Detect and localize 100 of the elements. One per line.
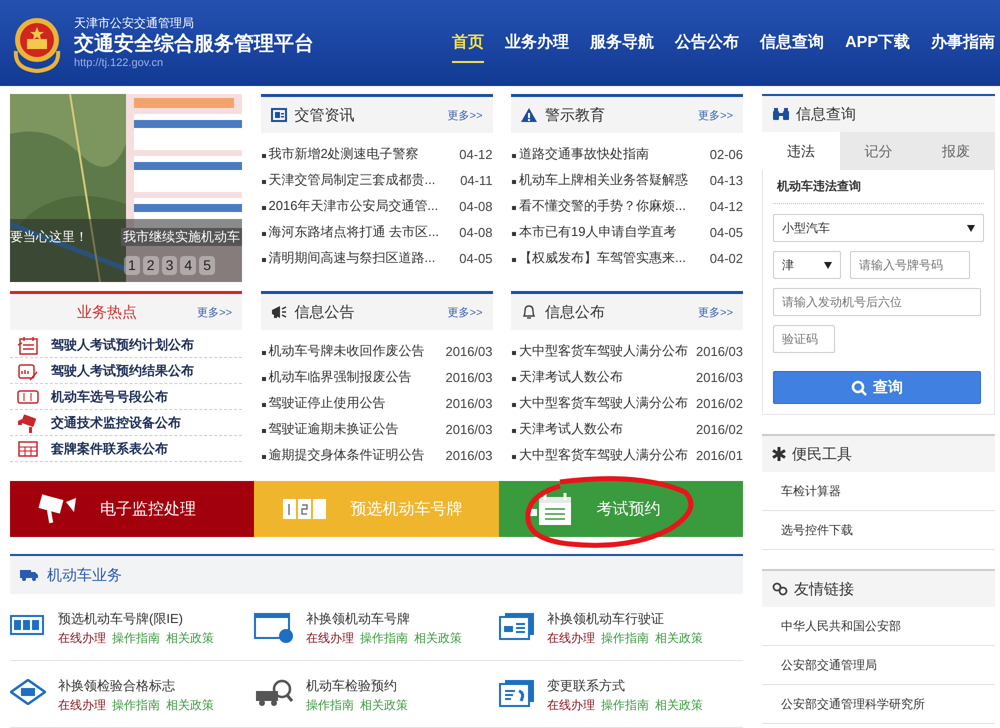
news-link[interactable]: 机动车号牌未收回作废公告 bbox=[260, 342, 424, 360]
hot-link[interactable]: 交通技术监控设备公布 bbox=[51, 414, 181, 432]
news-date: 2016/03 bbox=[446, 396, 492, 410]
side-link[interactable]: 公安部交通管理科学研究所 bbox=[762, 685, 995, 724]
side-link[interactable]: 车检计算器 bbox=[762, 472, 995, 511]
hot-link[interactable]: 驾驶人考试预约计划公布 bbox=[51, 336, 194, 354]
news-link[interactable]: 逾期提交身体条件证明公告 bbox=[260, 446, 424, 464]
news-link[interactable]: 我市新增2处测速电子警察 bbox=[260, 145, 419, 163]
side-link[interactable]: 中华人民共和国公安部 bbox=[762, 607, 995, 646]
nav-link[interactable]: APP下载 bbox=[845, 24, 910, 62]
service-action-link[interactable]: 在线办理 bbox=[547, 697, 595, 714]
news-link[interactable]: 天津交管局制定三套成都贵... bbox=[260, 171, 436, 189]
news-date: 2016/03 bbox=[696, 344, 743, 358]
service-action-link[interactable]: 在线办理 bbox=[547, 630, 595, 647]
megaphone-icon bbox=[270, 305, 286, 319]
news-link[interactable]: 【权威发布】车驾管实惠来... bbox=[511, 249, 686, 267]
service-action-link[interactable]: 在线办理 bbox=[58, 630, 106, 647]
news-link[interactable]: 本市已有19人申请自学直考 bbox=[511, 223, 676, 241]
more-link[interactable]: 更多>> bbox=[698, 108, 733, 122]
nav-link[interactable]: 首页 bbox=[452, 24, 484, 62]
service-action-link[interactable]: 在线办理 bbox=[306, 630, 354, 647]
calendar-icon bbox=[17, 334, 39, 354]
hot-link[interactable]: 套牌案件联系表公布 bbox=[51, 440, 168, 458]
banner-button[interactable]: 考试预约 bbox=[498, 481, 743, 537]
banner-button[interactable]: 电子监控处理 bbox=[10, 481, 254, 537]
more-link[interactable]: 更多>> bbox=[698, 304, 733, 320]
nav-link[interactable]: 办事指南 bbox=[931, 24, 995, 62]
side-link[interactable]: 选号控件下载 bbox=[762, 511, 995, 550]
caret-icon bbox=[824, 262, 832, 268]
service-link[interactable]: 补换领机动车号牌 bbox=[306, 610, 462, 628]
query-tab[interactable]: 违法 bbox=[762, 132, 840, 170]
query-tab[interactable]: 记分 bbox=[840, 132, 918, 170]
nav-link[interactable]: 服务导航 bbox=[590, 24, 654, 62]
service-action-link[interactable]: 操作指南 bbox=[112, 630, 160, 647]
news-link[interactable]: 清明期间高速与祭扫区道路... bbox=[260, 249, 436, 267]
plate-number-field[interactable]: 请输入号牌号码 bbox=[850, 251, 970, 279]
news-link[interactable]: 机动车临界强制报废公告 bbox=[260, 368, 412, 386]
page-number[interactable]: 3 bbox=[162, 256, 178, 275]
page-number[interactable]: 1 bbox=[124, 256, 140, 275]
service-action-link[interactable]: 相关政策 bbox=[360, 697, 408, 714]
news-link[interactable]: 大中型客货车驾驶人满分公布 bbox=[511, 394, 688, 412]
side-link[interactable]: 公安部交通管理局 bbox=[762, 646, 995, 685]
license-card-icon bbox=[499, 612, 535, 640]
nav-link[interactable]: 业务办理 bbox=[505, 24, 570, 62]
service-action-link[interactable]: 相关政策 bbox=[655, 697, 703, 714]
service-link[interactable]: 补换领机动车行驶证 bbox=[547, 610, 703, 628]
more-link[interactable]: 更多>> bbox=[448, 108, 482, 122]
query-tab[interactable]: 报废 bbox=[917, 132, 996, 170]
news-date: 2016/03 bbox=[446, 422, 492, 436]
news-link[interactable]: 看不懂交警的手势？你麻烦... bbox=[511, 197, 686, 215]
service-action-link[interactable]: 操作指南 bbox=[360, 630, 408, 647]
more-link[interactable]: 更多>> bbox=[197, 304, 232, 320]
vehicle-type-select[interactable]: 小型汽车 bbox=[773, 214, 984, 242]
page-number[interactable]: 5 bbox=[199, 256, 215, 275]
news-link[interactable]: 天津考试人数公布 bbox=[511, 420, 623, 438]
hot-link[interactable]: 机动车选号号段公布 bbox=[51, 388, 168, 406]
province-select[interactable]: 津 bbox=[773, 251, 841, 279]
diamond-badge-icon bbox=[10, 679, 46, 705]
news-link[interactable]: 大中型客货车驾驶人满分公布 bbox=[511, 446, 688, 464]
page-number[interactable]: 2 bbox=[142, 256, 159, 275]
news-date: 2016/03 bbox=[696, 370, 743, 384]
service-action-link[interactable]: 相关政策 bbox=[414, 630, 462, 647]
service-action-link[interactable]: 操作指南 bbox=[306, 697, 354, 714]
more-link[interactable]: 更多>> bbox=[448, 304, 482, 320]
news-date: 2016/03 bbox=[446, 448, 492, 462]
service-action-link[interactable]: 操作指南 bbox=[601, 697, 649, 714]
news-link[interactable]: 海河东路堵点将打通 去市区... bbox=[260, 223, 439, 241]
news-link[interactable]: 机动车上牌相关业务答疑解惑 bbox=[511, 171, 688, 189]
service-link[interactable]: 机动车检验预约 bbox=[306, 677, 408, 695]
engine-number-field[interactable]: 请输入发动机号后六位 bbox=[773, 288, 981, 316]
news-link[interactable]: 2016年天津市公安局交通管... bbox=[260, 197, 438, 215]
news-link[interactable]: 驾驶证停止使用公告 bbox=[260, 394, 386, 412]
service-link[interactable]: 预选机动车号牌(限IE) bbox=[58, 610, 214, 628]
site-url: http://tj.122.gov.cn bbox=[74, 57, 164, 70]
search-button[interactable]: 查询 bbox=[773, 371, 981, 404]
service-action-link[interactable]: 相关政策 bbox=[166, 697, 214, 714]
hot-link[interactable]: 驾驶人考试预约结果公布 bbox=[51, 362, 194, 380]
panel-title: 信息查询 bbox=[796, 104, 856, 124]
nav-link[interactable]: 公告公布 bbox=[675, 24, 740, 62]
nav-link[interactable]: 信息查询 bbox=[760, 24, 824, 62]
service-link[interactable]: 补换领检验合格标志 bbox=[58, 677, 214, 695]
warning-icon bbox=[521, 108, 537, 122]
captcha-field[interactable]: 验证码 bbox=[773, 325, 835, 353]
service-action-link[interactable]: 操作指南 bbox=[112, 697, 160, 714]
service-action-link[interactable]: 操作指南 bbox=[601, 630, 649, 647]
service-link[interactable]: 变更联系方式 bbox=[547, 677, 703, 695]
service-action-link[interactable]: 相关政策 bbox=[166, 630, 214, 647]
news-date: 2016/03 bbox=[446, 370, 492, 384]
news-link[interactable]: 驾驶证逾期未换证公告 bbox=[260, 420, 398, 438]
page-number[interactable]: 4 bbox=[180, 256, 196, 275]
news-link[interactable]: 大中型客货车驾驶人满分公布 bbox=[511, 342, 688, 360]
news-link[interactable]: 天津考试人数公布 bbox=[511, 368, 623, 386]
truck-icon bbox=[20, 569, 38, 581]
plate-card-icon bbox=[254, 612, 294, 644]
service-action-link[interactable]: 在线办理 bbox=[58, 697, 106, 714]
news-link[interactable]: 道路交通事故快处指南 bbox=[511, 145, 649, 163]
panel-title: 信息公布 bbox=[545, 302, 605, 322]
service-action-link[interactable]: 相关政策 bbox=[655, 630, 703, 647]
panel-title: 信息公告 bbox=[294, 302, 354, 322]
search-icon bbox=[851, 380, 867, 396]
